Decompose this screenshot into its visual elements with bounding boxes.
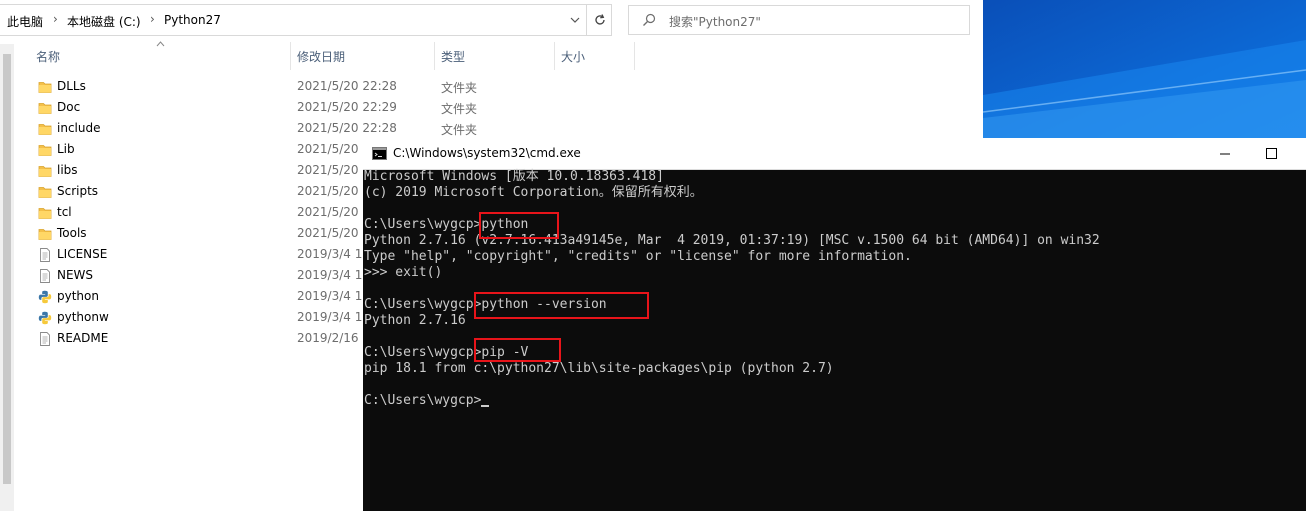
highlight-box-python-version (474, 292, 649, 319)
file-name: README (57, 331, 109, 345)
file-name: tcl (57, 205, 72, 219)
address-bar[interactable]: 此电脑 › 本地磁盘 (C:) › Python27 (0, 4, 612, 36)
sort-ascending-icon (156, 41, 165, 47)
file-date: 2019/3/4 1: (297, 247, 367, 261)
desktop-background (983, 0, 1306, 145)
column-divider[interactable] (554, 42, 555, 70)
column-divider[interactable] (434, 42, 435, 70)
file-row[interactable]: DLLs 2021/5/20 22:28 文件夹 (34, 76, 984, 97)
file-date: 2021/5/20 22:28 (297, 79, 397, 93)
search-icon (643, 13, 656, 26)
text-cursor (481, 405, 490, 407)
terminal-line: Type "help", "copyright", "credits" or "… (364, 249, 912, 264)
terminal-line: >>> exit() (364, 265, 443, 280)
minimize-button[interactable] (1202, 138, 1248, 169)
file-date: 2019/3/4 1: (297, 310, 367, 324)
highlight-box-pip-v (474, 338, 561, 362)
terminal-line: pip 18.1 from c:\python27\lib\site-packa… (364, 361, 834, 376)
file-date: 2021/5/20 2 (297, 205, 370, 219)
folder-icon (38, 79, 52, 93)
search-placeholder: 搜索"Python27" (669, 15, 761, 29)
file-date: 2021/5/20 2 (297, 184, 370, 198)
file-type: 文件夹 (441, 81, 478, 95)
column-header-name[interactable]: 名称 (36, 48, 60, 65)
cmd-app-icon (372, 147, 387, 160)
terminal-line: (c) 2019 Microsoft Corporation。保留所有权利。 (364, 185, 703, 200)
maximize-button[interactable] (1248, 138, 1294, 169)
folder-icon (38, 142, 52, 156)
file-row[interactable]: Doc 2021/5/20 22:29 文件夹 (34, 97, 984, 118)
file-name: pythonw (57, 310, 109, 324)
folder-icon (38, 100, 52, 114)
terminal-output[interactable]: Microsoft Windows [版本 10.0.18363.418] (c… (364, 169, 1306, 409)
vertical-scrollbar[interactable] (0, 44, 14, 511)
folder-icon (38, 184, 52, 198)
breadcrumb-python27[interactable]: Python27 (164, 13, 221, 27)
document-icon (38, 268, 52, 283)
cmd-title: C:\Windows\system32\cmd.exe (393, 146, 581, 160)
column-header-date[interactable]: 修改日期 (297, 48, 345, 65)
cmd-window: C:\Windows\system32\cmd.exe Microsoft Wi… (363, 138, 1306, 511)
breadcrumb-separator-icon: › (53, 12, 58, 26)
cmd-title-bar[interactable]: C:\Windows\system32\cmd.exe (363, 138, 1306, 170)
breadcrumb-this-pc[interactable]: 此电脑 (7, 13, 43, 30)
refresh-icon[interactable] (586, 5, 613, 35)
column-header-size[interactable]: 大小 (561, 48, 585, 65)
column-header-type[interactable]: 类型 (441, 48, 465, 65)
file-type: 文件夹 (441, 102, 478, 116)
file-date: 2021/5/20 2 (297, 163, 370, 177)
file-name: python (57, 289, 99, 303)
file-type: 文件夹 (441, 123, 478, 137)
column-divider[interactable] (634, 42, 635, 70)
breadcrumb-separator-icon: › (150, 12, 155, 26)
file-name: Lib (57, 142, 75, 156)
file-name: LICENSE (57, 247, 108, 261)
file-date: 2021/5/20 2 (297, 226, 370, 240)
file-name: Scripts (57, 184, 99, 198)
folder-icon (38, 205, 52, 219)
document-icon (38, 247, 52, 262)
search-box[interactable]: 搜索"Python27" (628, 5, 970, 35)
file-name: NEWS (57, 268, 94, 282)
scrollbar-thumb[interactable] (3, 54, 11, 484)
python-icon (38, 289, 52, 304)
file-name: DLLs (57, 79, 86, 93)
file-date: 2021/5/20 2 (297, 142, 370, 156)
python-icon (38, 310, 52, 325)
file-name: include (57, 121, 101, 135)
folder-icon (38, 121, 52, 135)
file-name: libs (57, 163, 78, 177)
terminal-prompt: C:\Users\wygcp> (364, 393, 482, 408)
column-divider[interactable] (290, 42, 291, 70)
address-dropdown-icon[interactable] (564, 5, 585, 35)
folder-icon (38, 163, 52, 177)
file-date: 2019/3/4 1: (297, 289, 367, 303)
file-date: 2021/5/20 22:28 (297, 121, 397, 135)
file-row[interactable]: include 2021/5/20 22:28 文件夹 (34, 118, 984, 139)
file-date: 2019/3/4 1: (297, 268, 367, 282)
folder-icon (38, 226, 52, 240)
terminal-prompt-line[interactable]: C:\Users\wygcp> (364, 393, 1306, 409)
document-icon (38, 331, 52, 346)
highlight-box-python (479, 212, 559, 239)
file-name: Doc (57, 100, 81, 114)
terminal-line: Microsoft Windows [版本 10.0.18363.418] (364, 169, 664, 184)
file-name: Tools (57, 226, 87, 240)
file-date: 2021/5/20 22:29 (297, 100, 397, 114)
file-date: 2019/2/16 2 (297, 331, 370, 345)
maximize-icon (1265, 148, 1277, 159)
minimize-icon (1220, 153, 1230, 154)
breadcrumb-local-disk[interactable]: 本地磁盘 (C:) (67, 13, 141, 30)
